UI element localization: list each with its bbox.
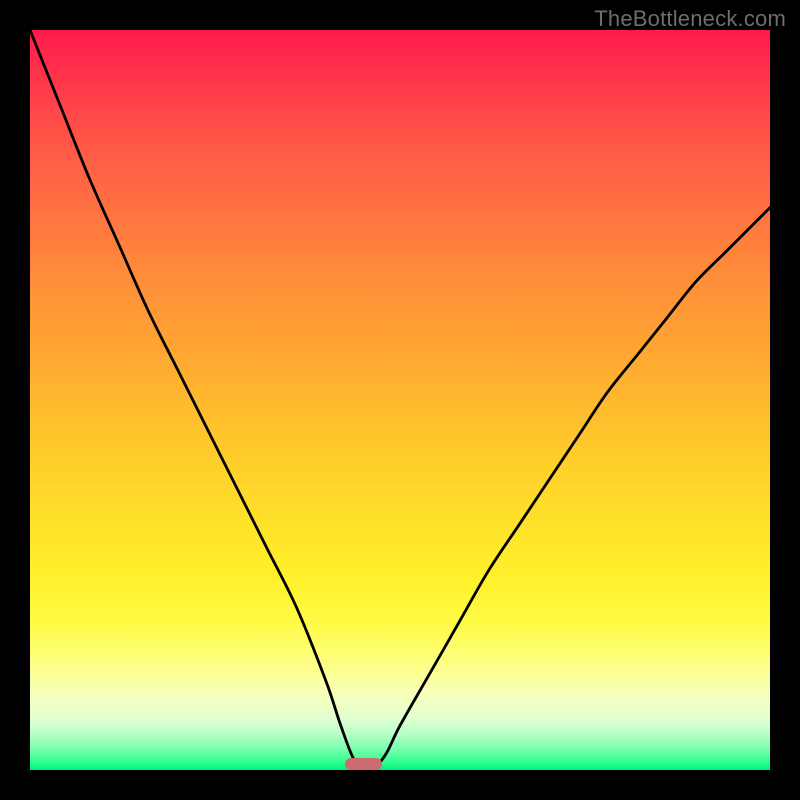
watermark-text: TheBottleneck.com — [594, 6, 786, 32]
curve-svg — [30, 30, 770, 770]
plot-area — [30, 30, 770, 770]
optimal-marker — [345, 758, 382, 770]
chart-frame: TheBottleneck.com — [0, 0, 800, 800]
bottleneck-curve — [30, 30, 770, 770]
